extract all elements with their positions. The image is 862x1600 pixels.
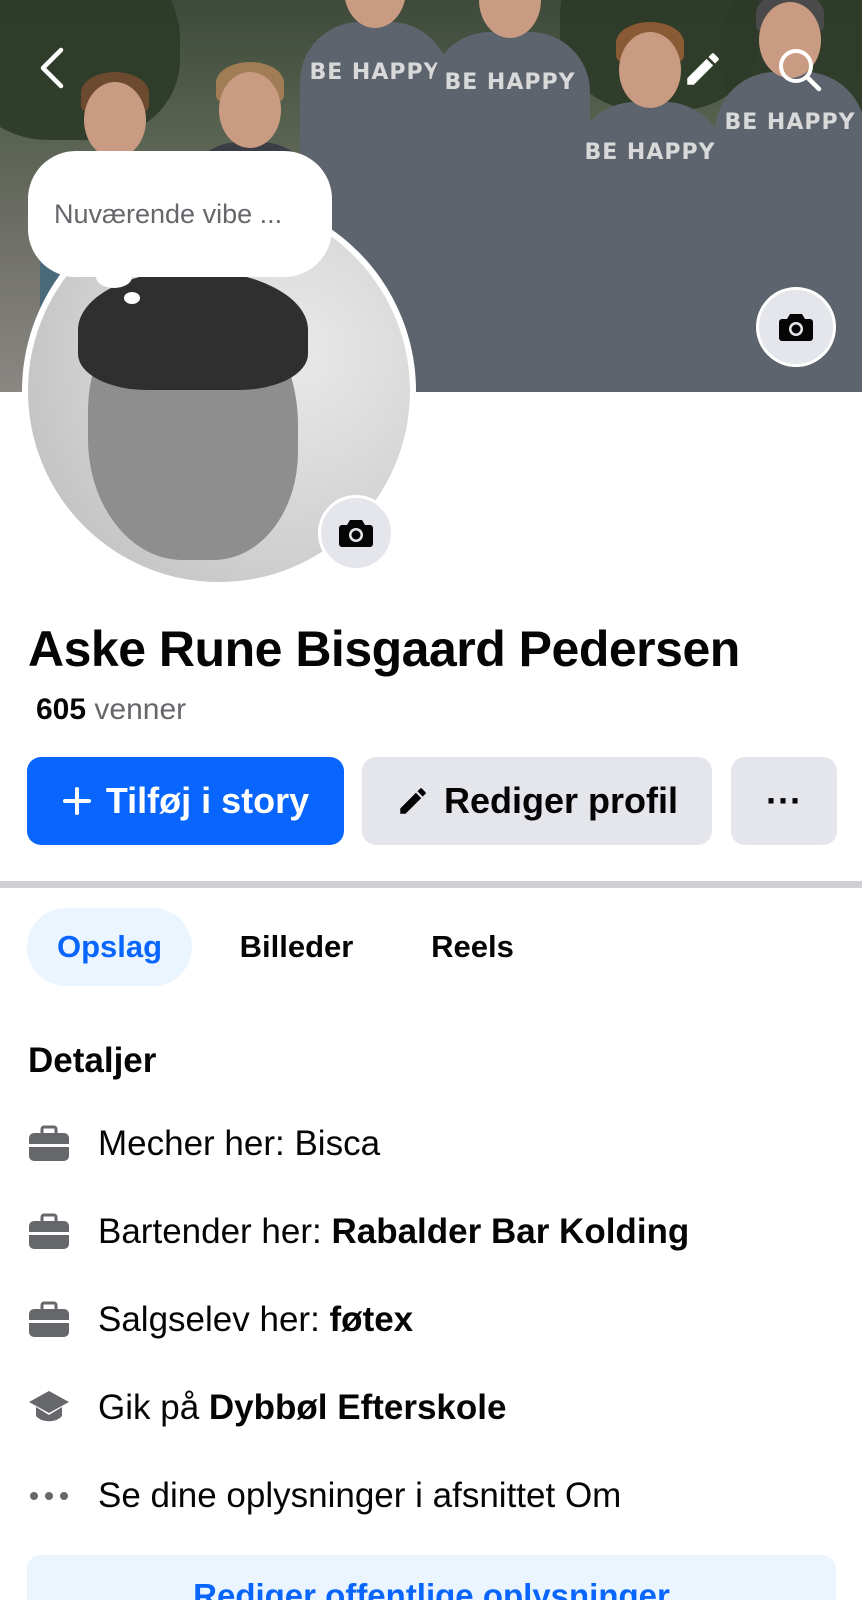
see-about-info-link[interactable]: Se dine oplysninger i afsnittet Om	[28, 1466, 621, 1526]
tab-photos[interactable]: Billeder	[214, 908, 379, 986]
detail-item: Salgselev her: føtex	[28, 1290, 413, 1350]
profile-picture-camera-button[interactable]	[318, 495, 394, 571]
search-button[interactable]	[774, 44, 824, 94]
shirt-text: BE HAPPY	[444, 70, 576, 95]
more-options-button[interactable]: ···	[731, 757, 837, 845]
section-divider	[0, 881, 862, 888]
back-button[interactable]	[30, 46, 74, 90]
add-to-story-button[interactable]: Tilføj i story	[27, 757, 344, 845]
add-to-story-label: Tilføj i story	[105, 780, 310, 821]
friends-number: 605	[36, 693, 87, 726]
details-heading: Detaljer	[28, 1041, 157, 1080]
cover-camera-button[interactable]	[756, 287, 836, 367]
vibe-placeholder: Nuværende vibe ...	[54, 198, 283, 229]
more-dots-icon	[28, 1475, 70, 1517]
shirt-text: BE HAPPY	[584, 140, 716, 165]
shirt-text: BE HAPPY	[309, 60, 441, 85]
detail-item: Bartender her: Rabalder Bar Kolding	[28, 1202, 689, 1262]
cover-person: BE HAPPY	[430, 0, 590, 392]
friends-count[interactable]: 605 venner	[36, 693, 186, 727]
tab-posts[interactable]: Opslag	[27, 908, 192, 986]
profile-hair	[78, 270, 308, 390]
detail-text: Mecher her: Bisca	[98, 1124, 381, 1163]
detail-text: Salgselev her:	[98, 1300, 330, 1339]
detail-text: Se dine oplysninger i afsnittet Om	[98, 1476, 622, 1515]
current-vibe-bubble[interactable]: Nuværende vibe ...	[28, 151, 332, 277]
shirt-text: BE HAPPY	[724, 110, 856, 135]
detail-link[interactable]: føtex	[330, 1300, 414, 1339]
edit-profile-label: Rediger profil	[443, 780, 679, 821]
more-dots-icon: ···	[766, 780, 802, 821]
bubble-tail	[124, 292, 140, 304]
profile-name: Aske Rune Bisgaard Pedersen	[28, 621, 740, 677]
briefcase-icon	[28, 1211, 70, 1253]
chevron-left-icon	[40, 47, 64, 89]
detail-link[interactable]: Dybbøl Efterskole	[209, 1388, 507, 1427]
edit-public-details-label: Rediger offentlige oplysninger	[193, 1577, 670, 1600]
briefcase-icon	[28, 1299, 70, 1341]
edit-public-details-button[interactable]: Rediger offentlige oplysninger	[27, 1555, 836, 1600]
camera-icon	[339, 520, 373, 547]
detail-text: Bartender her:	[98, 1212, 332, 1251]
briefcase-icon	[28, 1123, 70, 1165]
plus-icon	[62, 787, 91, 815]
tab-reels[interactable]: Reels	[400, 908, 545, 986]
camera-icon	[779, 314, 813, 341]
edit-profile-button[interactable]: Rediger profil	[362, 757, 712, 845]
detail-item: Mecher her: Bisca	[28, 1114, 380, 1174]
pencil-icon	[400, 788, 426, 814]
detail-link[interactable]: Rabalder Bar Kolding	[331, 1212, 689, 1251]
detail-text: Gik på	[98, 1388, 209, 1427]
edit-cover-button[interactable]	[680, 46, 726, 92]
graduation-cap-icon	[28, 1387, 70, 1429]
detail-item: Gik på Dybbøl Efterskole	[28, 1378, 506, 1438]
search-icon	[779, 49, 822, 92]
pencil-icon	[687, 53, 719, 85]
cover-person: BE HAPPY	[575, 22, 725, 392]
bubble-tail	[96, 266, 132, 288]
friends-label: venner	[94, 693, 187, 726]
